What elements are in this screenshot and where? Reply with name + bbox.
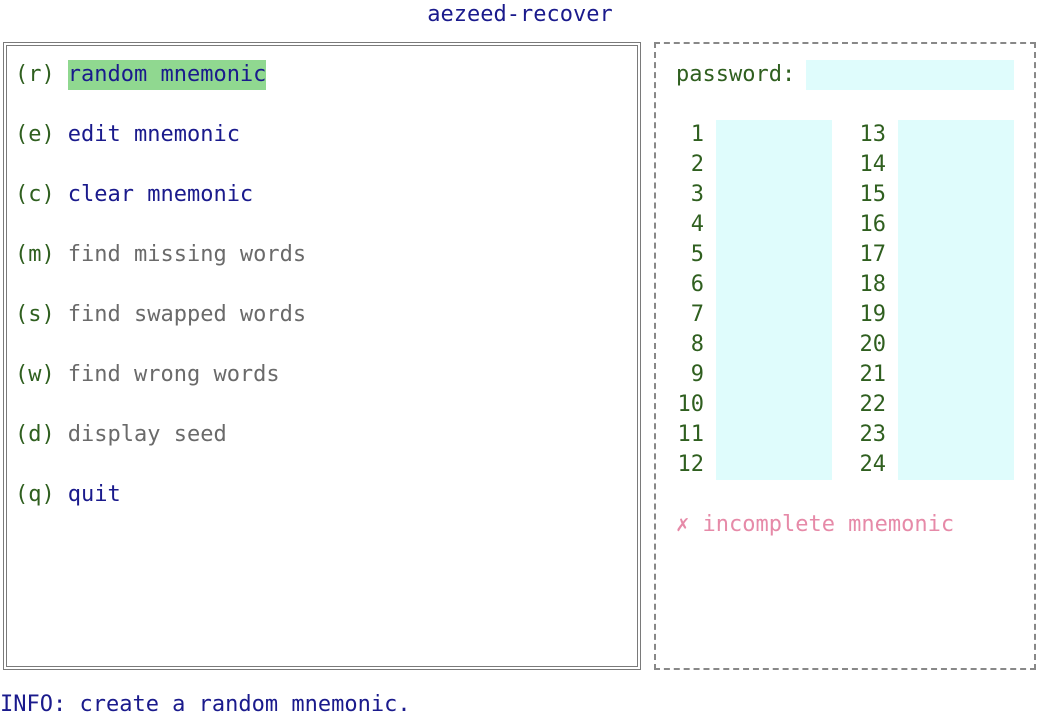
word-input-8[interactable] <box>716 330 832 360</box>
word-input-13[interactable] <box>898 120 1014 150</box>
menu-item-clear-mnemonic[interactable]: (c) clear mnemonic <box>15 180 253 210</box>
menu-key: (q) <box>15 482 55 507</box>
mnemonic-panel: password: 1 2 3 4 5 6 7 8 9 10 11 12 13 … <box>654 42 1036 670</box>
menu-key: (d) <box>15 422 55 447</box>
word-number: 14 <box>859 152 887 177</box>
word-input-15[interactable] <box>898 180 1014 210</box>
menu-label: random mnemonic <box>67 60 267 90</box>
word-input-22[interactable] <box>898 390 1014 420</box>
word-input-5[interactable] <box>716 240 832 270</box>
word-number: 9 <box>690 362 704 387</box>
word-number: 22 <box>859 392 887 417</box>
password-input[interactable] <box>806 60 1014 90</box>
menu-key: (r) <box>15 62 55 87</box>
menu-key: (w) <box>15 362 55 387</box>
menu-label: find missing words <box>67 242 307 267</box>
menu-item-quit[interactable]: (q) quit <box>15 480 121 510</box>
menu-item-find-wrong-words[interactable]: (w) find wrong words <box>15 360 280 390</box>
menu-key: (m) <box>15 242 55 267</box>
word-number: 2 <box>690 152 704 177</box>
word-number: 13 <box>859 122 887 147</box>
word-number: 15 <box>859 182 887 207</box>
password-label: password: <box>676 62 796 87</box>
word-input-17[interactable] <box>898 240 1014 270</box>
menu-item-display-seed[interactable]: (d) display seed <box>15 420 227 450</box>
word-number: 24 <box>859 452 887 477</box>
word-input-19[interactable] <box>898 300 1014 330</box>
word-input-4[interactable] <box>716 210 832 240</box>
word-number: 1 <box>690 122 704 147</box>
word-number: 4 <box>690 212 704 237</box>
menu-item-edit-mnemonic[interactable]: (e) edit mnemonic <box>15 120 240 150</box>
word-input-1[interactable] <box>716 120 832 150</box>
info-bar: INFO: create a random mnemonic. <box>0 692 411 717</box>
menu-label: clear mnemonic <box>67 182 254 207</box>
word-input-7[interactable] <box>716 300 832 330</box>
menu-item-find-missing-words[interactable]: (m) find missing words <box>15 240 306 270</box>
word-number: 7 <box>690 302 704 327</box>
word-input-6[interactable] <box>716 270 832 300</box>
app-title: aezeed-recover <box>427 2 613 27</box>
word-number: 17 <box>859 242 887 267</box>
menu-label: display seed <box>67 422 227 447</box>
word-input-16[interactable] <box>898 210 1014 240</box>
word-number: 23 <box>859 422 887 447</box>
word-number: 12 <box>677 452 705 477</box>
word-number: 3 <box>690 182 704 207</box>
word-number: 21 <box>859 362 887 387</box>
word-input-18[interactable] <box>898 270 1014 300</box>
menu-label: edit mnemonic <box>67 122 240 147</box>
word-number: 6 <box>690 272 704 297</box>
word-input-12[interactable] <box>716 450 832 480</box>
menu-key: (s) <box>15 302 55 327</box>
status-message: ✗ incomplete mnemonic <box>676 512 955 537</box>
word-input-23[interactable] <box>898 420 1014 450</box>
word-input-20[interactable] <box>898 330 1014 360</box>
word-number: 10 <box>677 392 705 417</box>
word-input-3[interactable] <box>716 180 832 210</box>
menu-label: find wrong words <box>67 362 280 387</box>
word-input-10[interactable] <box>716 390 832 420</box>
word-input-14[interactable] <box>898 150 1014 180</box>
menu-label: find swapped words <box>67 302 307 327</box>
word-number: 19 <box>859 302 887 327</box>
menu-key: (c) <box>15 182 55 207</box>
word-number: 18 <box>859 272 887 297</box>
word-number: 5 <box>690 242 704 267</box>
menu-item-random-mnemonic[interactable]: (r) random mnemonic <box>15 60 267 90</box>
menu-label: quit <box>67 482 121 507</box>
word-input-11[interactable] <box>716 420 832 450</box>
menu-panel: (r) random mnemonic (e) edit mnemonic (c) c… <box>3 42 641 670</box>
word-input-9[interactable] <box>716 360 832 390</box>
menu-item-find-swapped-words[interactable]: (s) find swapped words <box>15 300 306 330</box>
word-input-21[interactable] <box>898 360 1014 390</box>
word-number: 20 <box>859 332 887 357</box>
word-number: 11 <box>677 422 705 447</box>
word-number: 8 <box>690 332 704 357</box>
word-input-24[interactable] <box>898 450 1014 480</box>
menu-key: (e) <box>15 122 55 147</box>
word-input-2[interactable] <box>716 150 832 180</box>
word-number: 16 <box>859 212 887 237</box>
